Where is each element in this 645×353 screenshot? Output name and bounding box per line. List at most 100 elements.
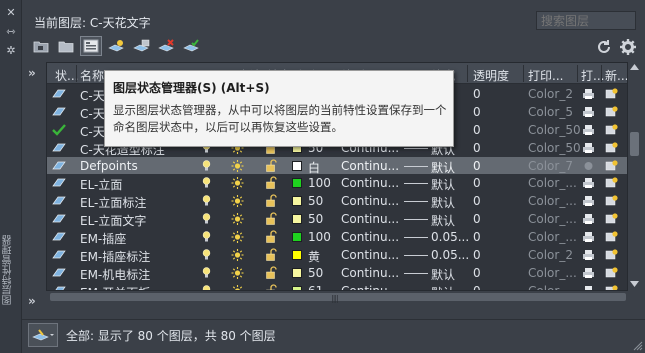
printer-icon[interactable] bbox=[582, 87, 595, 101]
unlocked-icon[interactable] bbox=[265, 194, 278, 208]
color-swatch[interactable] bbox=[292, 232, 302, 243]
vertical-scroll-thumb[interactable] bbox=[630, 132, 639, 156]
color-swatch[interactable] bbox=[292, 196, 302, 207]
scroll-up-icon[interactable] bbox=[630, 64, 639, 70]
layer-color[interactable]: 100 bbox=[308, 176, 331, 190]
new-layer-button[interactable] bbox=[105, 36, 127, 56]
layer-color[interactable]: 黄 bbox=[308, 248, 320, 265]
close-icon[interactable]: ✕ bbox=[4, 6, 18, 20]
sun-thawed-icon[interactable] bbox=[231, 266, 244, 280]
layer-lineweight[interactable]: 0.05... bbox=[431, 248, 469, 262]
layer-lineweight[interactable]: 默认 bbox=[431, 266, 455, 283]
unlocked-icon[interactable] bbox=[265, 284, 278, 291]
new-vp-freeze-icon[interactable] bbox=[605, 176, 618, 190]
color-swatch[interactable] bbox=[292, 178, 302, 189]
printer-icon[interactable] bbox=[582, 194, 595, 208]
horizontal-scrollbar[interactable]: |||| bbox=[46, 291, 628, 303]
unlocked-icon[interactable] bbox=[265, 212, 278, 226]
search-input[interactable] bbox=[536, 11, 636, 30]
layer-plot-style[interactable]: Color_2 bbox=[528, 248, 573, 262]
layer-transparency[interactable]: 0 bbox=[473, 87, 481, 101]
color-swatch[interactable] bbox=[292, 214, 302, 225]
plot-disabled-icon[interactable] bbox=[582, 159, 595, 173]
layer-row[interactable]: EM-开关面板 61 Continu... 默认 0 Color_... bbox=[47, 282, 627, 291]
layer-linetype[interactable]: Continu... bbox=[341, 176, 399, 190]
printer-icon[interactable] bbox=[582, 212, 595, 226]
layer-states-manager-button[interactable] bbox=[80, 36, 102, 56]
layer-plot-style[interactable]: Color_5 bbox=[528, 105, 573, 119]
layer-color[interactable]: 50 bbox=[308, 266, 323, 280]
color-swatch[interactable] bbox=[292, 250, 302, 261]
layer-color[interactable]: 61 bbox=[308, 284, 323, 290]
layer-linetype[interactable]: Continu... bbox=[341, 266, 399, 280]
new-vp-freeze-icon[interactable] bbox=[605, 248, 618, 262]
new-vp-freeze-icon[interactable] bbox=[605, 87, 618, 101]
layer-name[interactable]: EL-立面标注 bbox=[80, 194, 146, 211]
layer-transparency[interactable]: 0 bbox=[473, 176, 481, 190]
color-swatch[interactable] bbox=[292, 267, 302, 278]
new-vp-freeze-icon[interactable] bbox=[605, 123, 618, 137]
delete-layer-button[interactable] bbox=[155, 36, 177, 56]
column-plot-style[interactable]: 打印... bbox=[528, 67, 563, 84]
layer-row[interactable]: EM-机电标注 50 Continu... 默认 0 Color_... bbox=[47, 264, 627, 282]
layer-linetype[interactable]: Continu... bbox=[341, 284, 399, 290]
sun-thawed-icon[interactable] bbox=[231, 230, 244, 244]
lightbulb-on-icon[interactable] bbox=[200, 266, 213, 280]
layer-name[interactable]: EM-开关面板 bbox=[80, 284, 150, 290]
refresh-icon[interactable] bbox=[595, 38, 613, 56]
horizontal-scroll-thumb[interactable]: |||| bbox=[50, 293, 626, 303]
lightbulb-on-icon[interactable] bbox=[200, 194, 213, 208]
layer-row[interactable]: EM-插座 100 Continu... 0.05... 0 Color_... bbox=[47, 228, 627, 246]
layer-plot-style[interactable]: Color_50 bbox=[528, 123, 581, 137]
resize-grip-icon[interactable] bbox=[633, 341, 643, 351]
unlocked-icon[interactable] bbox=[265, 176, 278, 190]
palette-properties-icon[interactable]: ✲ bbox=[4, 44, 18, 58]
autohide-icon[interactable]: ⇿ bbox=[4, 25, 18, 39]
layer-row[interactable]: EL-立面标注 50 Continu... 默认 0 Color_... bbox=[47, 192, 627, 210]
layer-transparency[interactable]: 0 bbox=[473, 141, 481, 155]
layer-row[interactable]: Defpoints 白 Continu... 默认 0 Color_7 bbox=[47, 156, 627, 176]
layer-lineweight[interactable]: 默认 bbox=[431, 176, 455, 193]
layer-plot-style[interactable]: Color_... bbox=[528, 284, 577, 290]
expand-filter-tree-bottom-icon[interactable]: » bbox=[28, 294, 36, 308]
printer-icon[interactable] bbox=[582, 105, 595, 119]
new-vp-freeze-icon[interactable] bbox=[605, 230, 618, 244]
layer-lineweight[interactable]: 默认 bbox=[431, 159, 455, 176]
layer-transparency[interactable]: 0 bbox=[473, 212, 481, 226]
new-group-filter-button[interactable] bbox=[55, 36, 77, 56]
layer-lineweight[interactable]: 默认 bbox=[431, 284, 455, 290]
layer-transparency[interactable]: 0 bbox=[473, 284, 481, 290]
gear-icon[interactable] bbox=[619, 38, 637, 56]
layer-lineweight[interactable]: 默认 bbox=[431, 194, 455, 211]
layer-lineweight[interactable]: 默认 bbox=[431, 212, 455, 229]
sun-thawed-icon[interactable] bbox=[231, 284, 244, 291]
sun-thawed-icon[interactable] bbox=[231, 176, 244, 190]
lightbulb-on-icon[interactable] bbox=[200, 248, 213, 262]
layer-name[interactable]: EM-插座标注 bbox=[80, 248, 150, 265]
lightbulb-on-icon[interactable] bbox=[200, 284, 213, 291]
layer-row[interactable]: EM-插座标注 黄 Continu... 0.05... 0 Color_2 bbox=[47, 246, 627, 264]
layer-name[interactable]: EM-机电标注 bbox=[80, 266, 150, 283]
unlocked-icon[interactable] bbox=[265, 266, 278, 280]
layer-transparency[interactable]: 0 bbox=[473, 230, 481, 244]
layer-color[interactable]: 50 bbox=[308, 212, 323, 226]
layer-plot-style[interactable]: Color_... bbox=[528, 176, 577, 190]
column-transparency[interactable]: 透明度 bbox=[473, 67, 509, 84]
layer-plot-style[interactable]: Color_... bbox=[528, 212, 577, 226]
layer-color[interactable]: 100 bbox=[308, 230, 331, 244]
layer-name[interactable]: Defpoints bbox=[80, 159, 138, 173]
new-layer-vp-frozen-button[interactable] bbox=[130, 36, 152, 56]
printer-icon[interactable] bbox=[582, 123, 595, 137]
layer-plot-style[interactable]: Color_50 bbox=[528, 141, 581, 155]
column-name[interactable]: 名称 bbox=[80, 67, 104, 84]
set-current-button[interactable] bbox=[180, 36, 202, 56]
printer-icon[interactable] bbox=[582, 230, 595, 244]
column-new-vp-freeze[interactable]: 新... bbox=[605, 67, 627, 84]
scroll-down-icon[interactable] bbox=[630, 281, 639, 287]
layer-row[interactable]: EL-立面文字 50 Continu... 默认 0 Color_... bbox=[47, 210, 627, 228]
layer-linetype[interactable]: Continu... bbox=[341, 212, 399, 226]
layer-transparency[interactable]: 0 bbox=[473, 194, 481, 208]
column-status[interactable]: 状... bbox=[55, 67, 78, 84]
new-vp-freeze-icon[interactable] bbox=[605, 105, 618, 119]
unlocked-icon[interactable] bbox=[265, 158, 278, 173]
